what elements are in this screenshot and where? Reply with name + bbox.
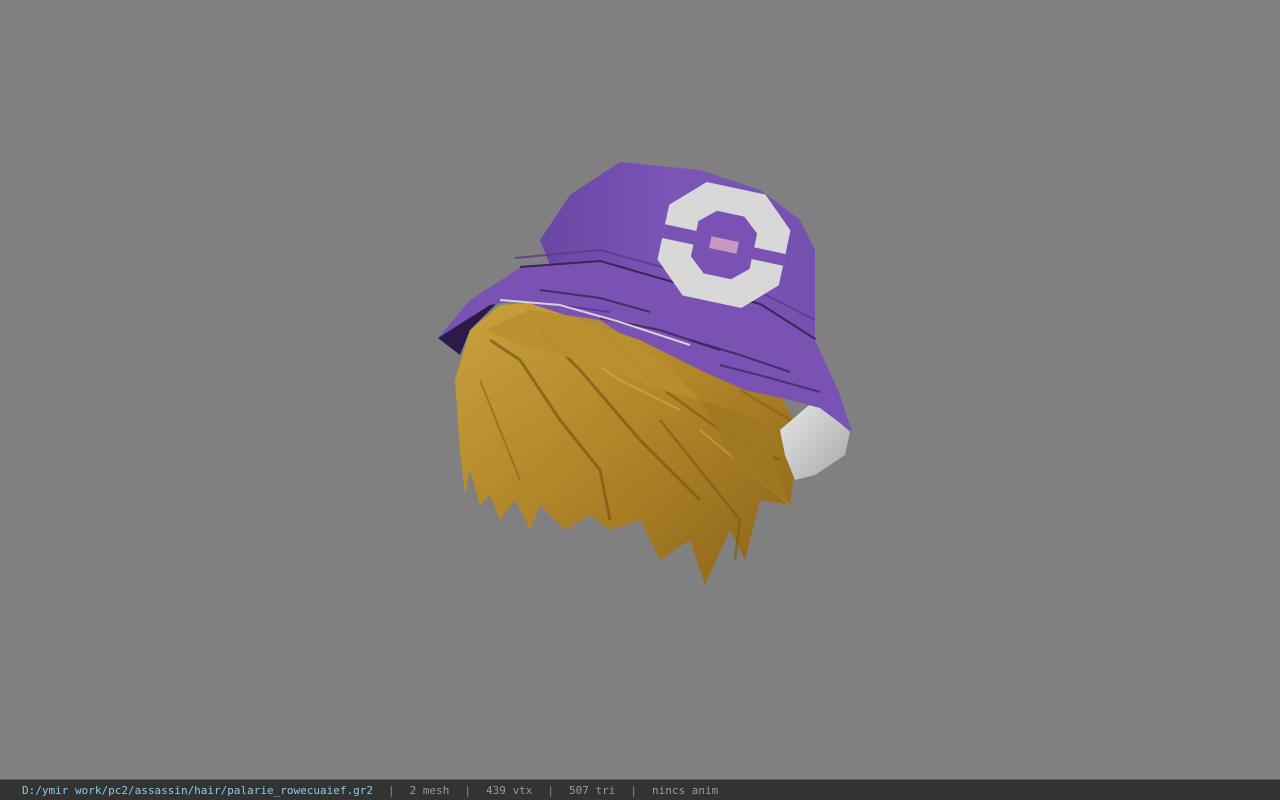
vertex-count: 439 vtx <box>486 783 533 797</box>
separator: | <box>547 783 554 797</box>
animation-status: nincs anim <box>651 783 719 797</box>
status-bar: D:/ymir work/pc2/assassin/hair/palarie_r… <box>0 779 1280 800</box>
separator: | <box>630 783 637 797</box>
triangle-count: 507 tri <box>568 783 616 797</box>
model-render <box>438 162 852 585</box>
separator: | <box>388 783 395 797</box>
separator: | <box>464 783 471 797</box>
3d-viewport[interactable] <box>0 0 1280 779</box>
mesh-count: 2 mesh <box>409 783 450 797</box>
file-path: D:/ymir work/pc2/assassin/hair/palarie_r… <box>22 783 373 797</box>
